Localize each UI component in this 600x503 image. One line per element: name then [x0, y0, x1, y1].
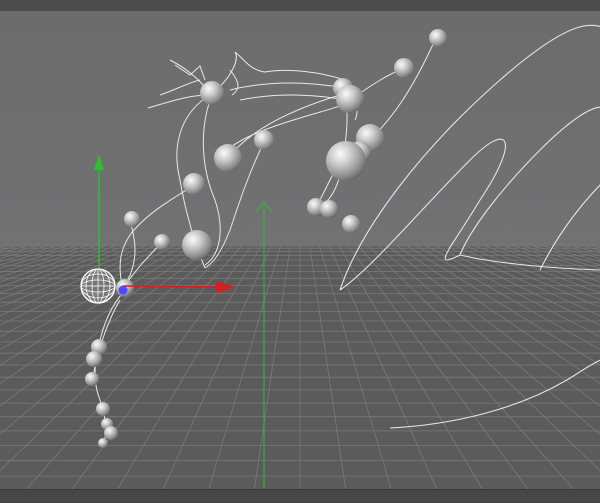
viewport-sky — [0, 11, 600, 251]
particle-sphere — [429, 29, 447, 47]
particle-sphere — [183, 173, 205, 195]
wireframe-null-object-icon[interactable] — [80, 268, 116, 304]
viewport-canvas[interactable] — [0, 0, 600, 503]
viewport-status-bar — [0, 489, 600, 503]
particle-sphere — [154, 234, 170, 250]
particle-sphere — [200, 81, 224, 105]
particle-sphere — [85, 372, 99, 386]
3d-viewport[interactable] — [0, 0, 600, 503]
gizmo-x-axis[interactable] — [122, 285, 221, 288]
particle-sphere — [342, 215, 360, 233]
particle-sphere — [98, 438, 108, 448]
particle-sphere — [124, 211, 140, 227]
particle-sphere — [326, 141, 366, 181]
particle-sphere — [254, 130, 274, 150]
particle-sphere — [320, 200, 338, 218]
particle-sphere — [86, 351, 102, 367]
particle-sphere — [336, 85, 364, 113]
particle-sphere — [182, 230, 212, 260]
gizmo-z-handle[interactable] — [118, 285, 128, 295]
particle-sphere — [104, 426, 118, 440]
particle-sphere — [394, 58, 414, 78]
particle-sphere — [214, 144, 242, 172]
particle-sphere — [96, 402, 110, 416]
